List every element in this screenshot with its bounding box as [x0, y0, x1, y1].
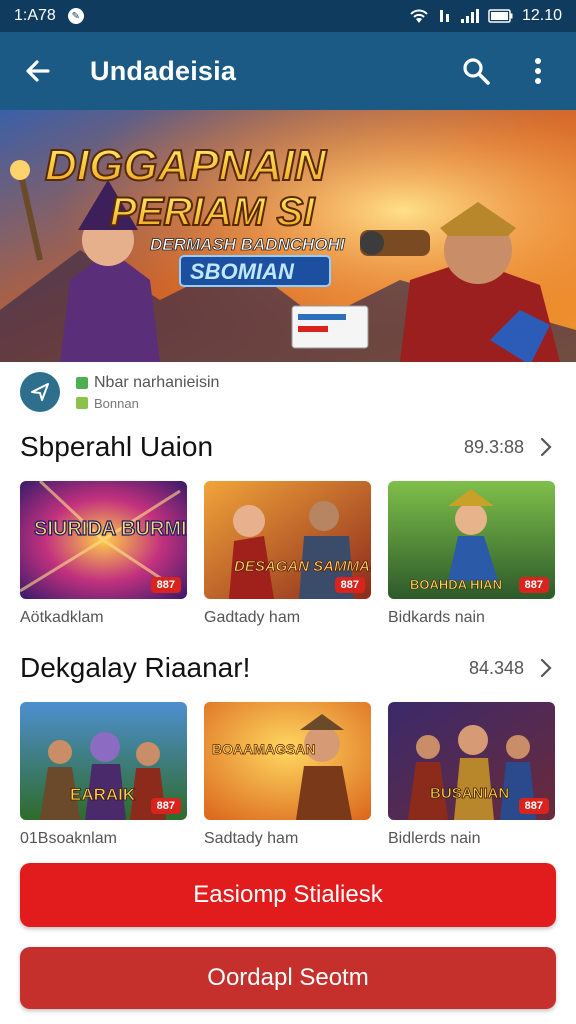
- game-row: EARAIK 887 01Bsoaknlam BOAAMAGSAN Sadtad…: [20, 702, 556, 848]
- paper-plane-icon: [31, 383, 49, 401]
- card-badge: 887: [518, 798, 549, 814]
- more-options-button[interactable]: [516, 49, 560, 93]
- section-count: 89.3:88: [463, 436, 524, 457]
- status-time: 1:A78: [14, 7, 56, 24]
- status-clock: 12.10: [521, 7, 562, 24]
- search-button[interactable]: [454, 49, 498, 93]
- page-title: Undadeisia: [90, 55, 237, 86]
- game-thumbnail: SIURIDA BURMIAS 887: [20, 481, 187, 599]
- game-card[interactable]: EARAIK 887 01Bsoaknlam: [20, 702, 187, 848]
- publisher-subtitle: Bonnan: [94, 395, 139, 411]
- section-title: Dekgalay Riaanar!: [20, 652, 251, 683]
- game-thumbnail: EARAIK 887: [20, 702, 187, 820]
- signal-icon: [460, 9, 479, 23]
- category-icon: [76, 397, 88, 409]
- card-badge: 887: [150, 798, 181, 814]
- app-notification-icon: ✎: [67, 8, 84, 24]
- card-art-title: BOAHDA HIAN: [410, 577, 502, 592]
- wifi-icon: [410, 9, 428, 23]
- banner-headline-2: PERIAM SI: [110, 190, 315, 234]
- card-art-title: EARAIK: [70, 785, 136, 804]
- banner-tag: SBOMIAN: [190, 259, 295, 284]
- hero-banner[interactable]: DIGGAPNAIN PERIAM SI DERMASH BADNCHOHI S…: [0, 110, 576, 362]
- secondary-action-button[interactable]: Oordapl Seotm: [20, 947, 556, 1009]
- card-caption: Bidlerds nain: [388, 830, 481, 847]
- data-icon: [439, 10, 449, 22]
- game-card[interactable]: SIURIDA BURMIAS 887 Aötkadklam: [20, 481, 187, 627]
- chevron-right-icon[interactable]: [536, 437, 556, 457]
- android-icon: [76, 376, 88, 389]
- publisher-info[interactable]: Nbar narhanieisin Bonnan: [0, 365, 576, 419]
- card-caption: Sadtady ham: [204, 830, 299, 847]
- game-thumbnail: BOAAMAGSAN: [204, 702, 371, 820]
- section-header[interactable]: Dekgalay Riaanar! 84.348: [0, 646, 576, 690]
- card-badge: 887: [334, 577, 365, 593]
- card-art-title: BUSANIAN: [430, 785, 509, 802]
- more-vertical-icon: [535, 58, 541, 84]
- section-header[interactable]: Sbperahl Uaion 89.3:88: [0, 425, 576, 469]
- game-thumbnail: BUSANIAN 887: [388, 702, 555, 820]
- app-bar: Undadeisia: [0, 32, 576, 110]
- card-art-title: SIURIDA BURMIAS: [34, 518, 187, 540]
- status-bar: 1:A78 ✎ 12.10: [0, 0, 576, 32]
- search-icon: [463, 58, 490, 85]
- game-thumbnail: BOAHDA HIAN 887: [388, 481, 555, 599]
- arrow-left-icon: [26, 60, 50, 82]
- game-thumbnail: DESAGAN SAMMAIH 887: [204, 481, 371, 599]
- card-caption: Gadtady ham: [204, 609, 301, 626]
- card-badge: 887: [518, 577, 549, 593]
- card-caption: 01Bsoaknlam: [20, 830, 117, 847]
- avatar: [20, 372, 60, 412]
- section-title: Sbperahl Uaion: [20, 431, 214, 462]
- card-caption: Aötkadklam: [20, 609, 104, 626]
- battery-icon: [488, 9, 513, 23]
- game-card[interactable]: BOAAMAGSAN Sadtady ham: [204, 702, 371, 848]
- card-badge: 887: [150, 577, 181, 593]
- game-card[interactable]: DESAGAN SAMMAIH 887 Gadtady ham: [204, 481, 371, 627]
- game-card[interactable]: BOAHDA HIAN 887 Bidkards nain: [388, 481, 555, 627]
- back-button[interactable]: [16, 49, 60, 93]
- primary-action-button[interactable]: Easiomp Stialiesk: [20, 863, 556, 927]
- banner-subtitle: DERMASH BADNCHOHI: [150, 235, 346, 254]
- publisher-name: Nbar narhanieisin: [94, 373, 220, 391]
- card-caption: Bidkards nain: [388, 609, 485, 626]
- section-count: 84.348: [468, 657, 524, 678]
- chevron-right-icon[interactable]: [536, 658, 556, 678]
- card-art-title: DESAGAN SAMMAIH: [234, 558, 371, 575]
- banner-headline-1: DIGGAPNAIN: [45, 141, 327, 190]
- game-card[interactable]: BUSANIAN 887 Bidlerds nain: [388, 702, 555, 848]
- game-row: SIURIDA BURMIAS 887 Aötkadklam DESAGAN S…: [20, 481, 556, 627]
- card-art-title: BOAAMAGSAN: [212, 741, 315, 757]
